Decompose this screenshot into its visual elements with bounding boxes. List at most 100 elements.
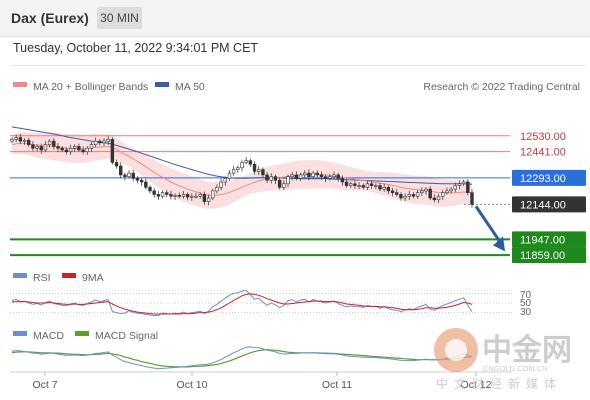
candle-body xyxy=(395,192,399,195)
candle-body xyxy=(361,185,365,188)
candle-body xyxy=(265,174,269,181)
candle-body xyxy=(139,179,144,183)
watermark-logo: 中金网 CNGOLD.COM.CN 中文财经新媒体 xyxy=(434,328,572,391)
candle-body xyxy=(93,140,98,145)
candle-body xyxy=(432,197,437,201)
watermark-tagline: 中文财经新媒体 xyxy=(436,376,562,391)
candle-body xyxy=(202,194,207,202)
candle-body xyxy=(403,195,407,199)
candle-body xyxy=(152,190,156,195)
candle-body xyxy=(198,194,202,197)
candle-body xyxy=(290,174,294,177)
candle-body xyxy=(81,149,85,153)
candle-body xyxy=(18,137,23,142)
candle-body xyxy=(386,187,391,192)
candle-body xyxy=(206,197,211,202)
candle-body xyxy=(445,190,449,193)
candle-body xyxy=(374,185,378,187)
candle-body xyxy=(420,190,424,193)
candle-body xyxy=(369,183,374,186)
candle-body xyxy=(31,144,35,149)
candle-body xyxy=(466,181,470,193)
candle-body xyxy=(169,194,173,197)
candle-body xyxy=(236,167,240,170)
level-label-resistance: 12530.00 xyxy=(520,131,566,143)
candle-body xyxy=(215,187,219,192)
candle-body xyxy=(340,178,345,183)
candle-body xyxy=(144,181,148,188)
legend-rsi-ma-swatch xyxy=(62,273,76,278)
x-tick-label: Oct 10 xyxy=(177,379,208,391)
candle-body xyxy=(14,137,18,140)
candle-body xyxy=(303,172,307,176)
candle-body xyxy=(353,183,357,186)
candle-body xyxy=(298,174,303,179)
candle-body xyxy=(449,188,453,192)
candle-body xyxy=(453,185,457,190)
candle-body xyxy=(47,140,52,145)
candle-body xyxy=(332,174,336,177)
candle-body xyxy=(461,181,466,185)
candle-body xyxy=(22,139,27,142)
candle-body xyxy=(177,195,181,197)
candle-body xyxy=(269,176,273,181)
candle-body xyxy=(336,174,340,179)
candle-body xyxy=(357,185,361,187)
legend-ma50-swatch xyxy=(155,82,169,87)
level-label-pivot: 12293.00 xyxy=(520,173,566,185)
candle-body xyxy=(52,140,56,147)
candle-body xyxy=(123,174,127,177)
candle-body xyxy=(411,194,416,197)
watermark-name: 中金网 xyxy=(482,333,572,367)
candle-body xyxy=(244,160,248,163)
candle-body xyxy=(165,192,169,195)
candle-body xyxy=(190,195,194,198)
candle-body xyxy=(399,194,403,199)
candle-body xyxy=(185,194,190,198)
rsi-level-30: 30 xyxy=(520,307,532,318)
watermark-url: CNGOLD.COM.CN xyxy=(483,364,548,373)
candle-body xyxy=(60,147,64,151)
candle-body xyxy=(378,185,382,190)
chart-canvas: MA 20 + Bollinger Bands MA 50 Research ©… xyxy=(10,81,586,391)
macd-panel xyxy=(11,346,473,370)
candle-body xyxy=(286,176,290,185)
macd-line xyxy=(11,346,473,370)
candle-body xyxy=(415,192,420,197)
candle-body xyxy=(98,140,102,144)
candle-body xyxy=(35,146,39,149)
candle-body xyxy=(365,183,370,188)
candle-body xyxy=(119,165,123,176)
candle-body xyxy=(282,183,286,188)
candle-body xyxy=(156,194,161,197)
candle-body xyxy=(231,169,236,174)
candle-body xyxy=(10,139,14,142)
candle-body xyxy=(211,190,215,199)
candle-body xyxy=(89,144,94,149)
candle-body xyxy=(428,188,432,199)
forecast-arrow xyxy=(474,205,505,252)
legend-macd: MACD xyxy=(33,330,64,342)
candle-body xyxy=(160,192,165,197)
candle-body xyxy=(194,195,198,198)
candle-body xyxy=(328,176,332,179)
candle-body xyxy=(349,183,353,186)
candle-body xyxy=(390,190,395,193)
candle-body xyxy=(307,172,311,177)
candle-body xyxy=(43,144,48,151)
forecast-arrow-shaft xyxy=(474,205,503,245)
candle-body xyxy=(135,178,140,181)
candle-body xyxy=(64,149,69,153)
price-labels: 12530.00 12441.00 12293.00 12144.00 11947.00… xyxy=(512,131,586,264)
candle-body xyxy=(261,169,265,176)
candle-body xyxy=(315,172,319,176)
legend-macd-signal-swatch xyxy=(75,331,89,336)
candle-body xyxy=(68,147,73,153)
candle-body xyxy=(277,179,282,188)
candle-body xyxy=(77,146,81,151)
candle-body xyxy=(323,176,328,179)
candle-body xyxy=(240,162,244,169)
candle-body xyxy=(39,146,43,151)
legend-ma20-swatch xyxy=(13,82,27,87)
candle-body xyxy=(131,172,135,179)
